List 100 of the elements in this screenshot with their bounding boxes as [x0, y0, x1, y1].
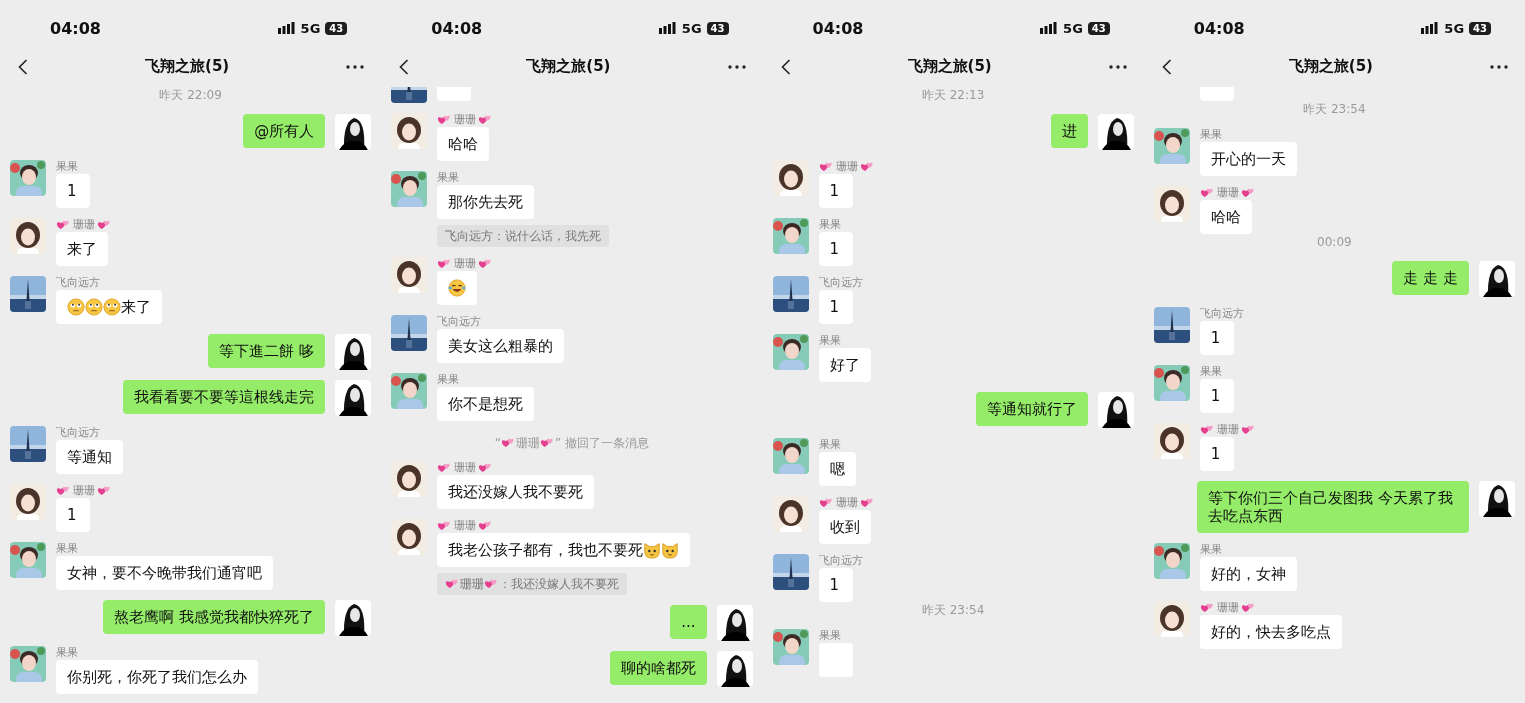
hearts-icon — [478, 461, 494, 474]
avatar[interactable] — [1097, 114, 1134, 150]
message-bubble[interactable]: 哈哈 — [1199, 200, 1252, 234]
message-bubble[interactable]: 聊的啥都死 — [609, 651, 707, 685]
status-time: 04:08 — [50, 18, 101, 38]
avatar[interactable] — [1153, 186, 1190, 222]
avatar[interactable] — [1479, 261, 1515, 297]
message-bubble[interactable]: 1 — [818, 568, 853, 602]
message-bubble[interactable]: ... — [670, 605, 707, 639]
message-bubble[interactable]: @所有人 — [243, 114, 326, 148]
message-bubble[interactable]: 1 — [818, 174, 853, 208]
avatar[interactable] — [1479, 481, 1515, 517]
message-text: 好的，女神 — [1210, 565, 1286, 583]
avatar[interactable] — [391, 373, 428, 409]
avatar[interactable] — [1153, 307, 1190, 343]
message-bubble[interactable]: 1 — [818, 232, 853, 266]
hearts-icon — [97, 484, 112, 497]
message-bubble[interactable]: 好的，快去多吃点 — [1199, 615, 1342, 649]
avatar[interactable] — [335, 334, 372, 370]
message-bubble[interactable]: 来了 — [56, 232, 108, 266]
avatar[interactable] — [10, 484, 46, 520]
message-bubble[interactable]: 美女这么粗暴的 — [437, 329, 565, 363]
back-icon[interactable] — [399, 58, 410, 75]
back-icon[interactable] — [18, 58, 28, 75]
avatar[interactable] — [716, 651, 753, 687]
message-bubble[interactable]: 好了 — [818, 348, 871, 382]
message-bubble[interactable]: 1 — [56, 498, 90, 532]
avatar[interactable] — [391, 519, 428, 555]
avatar[interactable] — [10, 542, 46, 578]
avatar[interactable] — [335, 380, 372, 416]
avatar[interactable] — [772, 160, 809, 196]
avatar[interactable] — [772, 276, 809, 312]
message-bubble[interactable]: 好的，女神 — [1199, 557, 1297, 591]
more-icon[interactable] — [346, 64, 365, 69]
chat-title: 飞翔之旅(5) — [526, 57, 611, 76]
quoted-message[interactable]: 珊珊 ：我还没嫁人我不要死 — [437, 573, 628, 595]
message-bubble[interactable]: 我还没嫁人我不要死 — [437, 475, 595, 509]
avatar[interactable] — [391, 113, 428, 149]
avatar[interactable] — [772, 496, 809, 532]
hearts-icon — [1240, 423, 1256, 436]
message-bubble[interactable]: 来了 — [56, 290, 162, 324]
message-bubble[interactable]: 1 — [1199, 437, 1234, 471]
avatar[interactable] — [772, 334, 809, 370]
avatar[interactable] — [10, 218, 46, 254]
avatar[interactable] — [772, 218, 809, 254]
hearts-icon — [484, 578, 500, 590]
back-icon[interactable] — [780, 58, 791, 75]
message-text: 1 — [1210, 387, 1221, 405]
message-bubble[interactable]: 进 — [1050, 114, 1088, 148]
avatar[interactable] — [335, 600, 372, 636]
message-text: 那你先去死 — [448, 193, 524, 211]
message-bubble[interactable]: 等下進二餅 哆 — [208, 334, 326, 368]
avatar[interactable] — [1153, 423, 1190, 459]
message-bubble[interactable]: 哈哈 — [437, 127, 490, 161]
message-bubble[interactable]: 收到 — [818, 510, 871, 544]
message-bubble[interactable]: 1 — [1199, 321, 1234, 355]
message-text: 1 — [829, 576, 840, 594]
message-bubble[interactable]: 走 走 走 — [1392, 261, 1469, 295]
network-type: 5G — [1063, 20, 1083, 36]
more-icon[interactable] — [727, 64, 746, 69]
chat-title: 飞翔之旅(5) — [907, 57, 992, 76]
quoted-message[interactable]: 飞向远方：说什么话，我先死 — [437, 225, 610, 247]
avatar[interactable] — [1153, 128, 1190, 164]
hearts-icon — [437, 113, 453, 126]
message-bubble[interactable]: 熬老鹰啊 我感觉我都快猝死了 — [103, 600, 326, 634]
quote-text: 珊珊 — [460, 576, 485, 592]
message-bubble[interactable]: 1 — [56, 174, 90, 208]
more-icon[interactable] — [1108, 64, 1127, 69]
avatar[interactable] — [1153, 601, 1190, 637]
message-bubble[interactable]: 1 — [818, 290, 853, 324]
avatar[interactable] — [772, 438, 809, 474]
avatar[interactable] — [1097, 392, 1134, 428]
message-bubble[interactable]: 等通知就行了 — [975, 392, 1088, 426]
avatar[interactable] — [772, 554, 809, 590]
message-bubble[interactable]: 你不是想死 — [437, 387, 535, 421]
avatar[interactable] — [335, 114, 372, 150]
avatar[interactable] — [10, 646, 46, 682]
message-bubble[interactable]: 等通知 — [56, 440, 123, 474]
avatar[interactable] — [772, 629, 809, 665]
back-icon[interactable] — [1161, 58, 1172, 75]
avatar[interactable] — [391, 257, 428, 293]
more-icon[interactable] — [1490, 64, 1508, 69]
sender-name: 珊珊 — [1216, 186, 1239, 199]
message-bubble[interactable]: 开心的一天 — [1199, 142, 1297, 176]
avatar[interactable] — [391, 461, 428, 497]
message-bubble[interactable]: 等下你们三个自己发图我 今天累了我去吃点东西 — [1197, 481, 1469, 533]
avatar[interactable] — [10, 160, 46, 196]
message-bubble[interactable]: 那你先去死 — [437, 185, 535, 219]
message-text: 哈哈 — [448, 135, 479, 153]
avatar[interactable] — [716, 605, 753, 641]
message-bubble[interactable]: 1 — [1199, 379, 1234, 413]
avatar[interactable] — [1153, 543, 1190, 579]
message-bubble[interactable]: 我看看要不要等這根线走完 — [123, 380, 326, 414]
message-bubble[interactable]: 女神，要不今晚带我们通宵吧 — [56, 556, 273, 590]
message-bubble[interactable]: 嗯 — [818, 452, 856, 486]
avatar[interactable] — [391, 315, 428, 351]
avatar[interactable] — [1153, 365, 1190, 401]
message-bubble[interactable]: 你别死，你死了我们怎么办 — [56, 660, 258, 694]
avatar[interactable] — [391, 171, 428, 207]
message-bubble[interactable]: 我老公孩子都有，我也不要死 — [437, 533, 691, 567]
